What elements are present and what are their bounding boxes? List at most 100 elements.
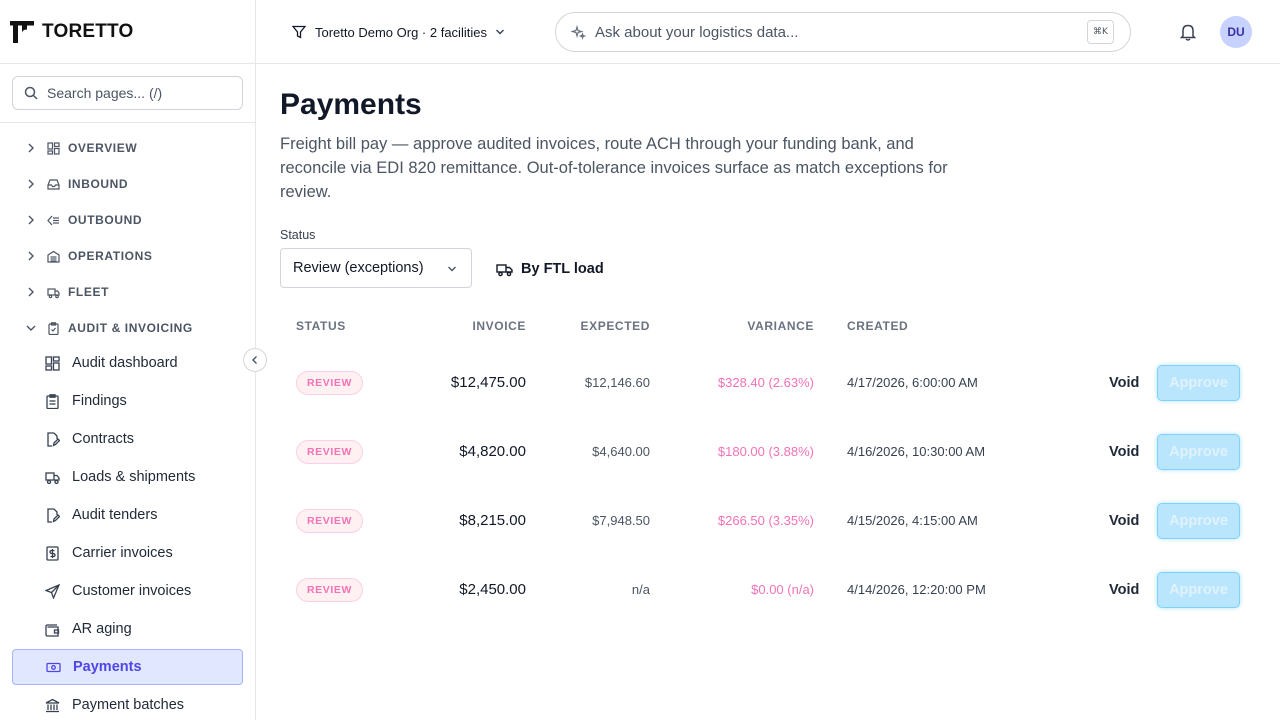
status-badge: REVIEW [296,348,364,417]
void-button[interactable]: Void [1109,417,1139,486]
chevron-right-icon [28,251,34,261]
clipboard-icon [48,321,59,335]
chevron-left-icon [252,356,257,364]
truck-icon [45,471,60,484]
nav-group-inbound[interactable]: INBOUND [0,172,255,196]
chevron-down-icon [26,325,36,331]
ask-ai-input[interactable]: Ask about your logistics data... ⌘K [555,12,1131,52]
variance-amount: $0.00 (n/a) [751,582,814,597]
chevron-down-icon [448,266,456,272]
status-filter-select[interactable]: Review (exceptions) [280,248,472,288]
column-header-expected[interactable]: EXPECTED [581,319,650,333]
approve-button[interactable]: Approve [1157,434,1240,470]
column-header-variance[interactable]: VARIANCE [747,319,814,333]
status-badge: REVIEW [296,555,364,624]
column-header-created[interactable]: CREATED [847,319,908,333]
warehouse-icon [47,250,60,263]
sidebar-item-payments[interactable]: Payments [12,649,243,685]
brand[interactable]: TORETTO [0,0,255,64]
created-date: 4/17/2026, 6:00:00 AM [847,375,978,390]
toretto-logo-icon [10,20,34,43]
sidebar-item-carrier-invoices[interactable]: Carrier invoices [12,535,243,571]
dollar-receipt-icon [46,545,59,561]
sidebar-item-payment-batches[interactable]: Payment batches [12,687,243,720]
nav-group-outbound[interactable]: OUTBOUND [0,208,255,232]
sidebar-item-findings[interactable]: Findings [12,383,243,419]
created-date: 4/15/2026, 4:15:00 AM [847,513,978,528]
table-row: REVIEW $12,475.00 $12,146.60 $328.40 (2.… [280,348,1256,417]
clipboard-icon [46,393,59,409]
bell-icon[interactable] [1178,22,1198,42]
org-switcher[interactable]: Toretto Demo Org · 2 facilities [292,22,505,42]
file-edit-icon [47,431,60,447]
inbox-icon [47,178,60,190]
grid-icon [45,355,60,371]
table-row: REVIEW $4,820.00 $4,640.00 $180.00 (3.88… [280,417,1256,486]
created-date: 4/16/2026, 10:30:00 AM [847,444,986,459]
status-filter-label: Status [280,228,316,242]
nav-group-audit-invoicing[interactable]: AUDIT & INVOICING [0,316,255,340]
by-ftl-load-label: By FTL load [521,261,604,277]
brand-name: TORETTO [42,20,134,42]
sidebar-item-loads-shipments[interactable]: Loads & shipments [12,459,243,495]
by-ftl-load-button[interactable]: By FTL load [496,258,604,280]
chevron-down-icon [495,29,504,35]
void-button[interactable]: Void [1109,555,1139,624]
grid-icon [47,141,60,155]
filter-icon [292,25,306,39]
column-header-invoice[interactable]: INVOICE [472,319,526,333]
collapse-sidebar-button[interactable] [243,348,267,372]
invoice-amount: $4,820.00 [459,443,526,460]
file-edit-icon [47,507,60,523]
ask-placeholder: Ask about your logistics data... [595,23,799,41]
send-icon [45,583,60,599]
table-row: REVIEW $2,450.00 n/a $0.00 (n/a) 4/14/20… [280,555,1256,624]
search-pages-input[interactable]: Search pages... (/) [12,76,243,110]
chevron-right-icon [28,215,34,225]
nav-group-fleet[interactable]: FLEET [0,280,255,304]
chevron-right-icon [28,287,34,297]
sidebar-item-ar-aging[interactable]: AR aging [12,611,243,647]
truck-icon [47,287,60,298]
variance-amount: $328.40 (2.63%) [717,375,814,390]
status-badge: REVIEW [296,417,364,486]
sidebar-item-audit-tenders[interactable]: Audit tenders [12,497,243,533]
expected-amount: n/a [631,582,650,597]
approve-button[interactable]: Approve [1157,572,1240,608]
outbound-icon [47,215,59,225]
sidebar-divider [0,122,255,123]
sparkle-icon [571,24,586,40]
wallet-icon [45,623,60,637]
invoice-amount: $12,475.00 [450,374,526,391]
chevron-right-icon [28,143,34,153]
invoice-amount: $2,450.00 [459,581,526,598]
expected-amount: $7,948.50 [592,513,650,528]
nav-group-overview[interactable]: OVERVIEW [0,136,255,160]
page-description: Freight bill pay — approve audited invoi… [280,135,948,201]
expected-amount: $12,146.60 [584,375,650,390]
avatar[interactable]: DU [1220,16,1252,48]
void-button[interactable]: Void [1109,486,1139,555]
nav-group-operations[interactable]: OPERATIONS [0,244,255,268]
void-button[interactable]: Void [1109,348,1139,417]
search-icon [24,86,38,100]
truck-icon [496,263,513,276]
sidebar-item-audit-dashboard[interactable]: Audit dashboard [12,345,243,381]
approve-button[interactable]: Approve [1157,365,1240,401]
sidebar-item-contracts[interactable]: Contracts [12,421,243,457]
chevron-right-icon [28,179,34,189]
status-filter-value: Review (exceptions) [293,260,424,276]
created-date: 4/14/2026, 12:20:00 PM [847,582,986,597]
banknote-icon [46,662,61,672]
column-header-status[interactable]: STATUS [296,319,346,333]
page-title: Payments [280,88,422,121]
shortcut-badge: ⌘K [1087,20,1114,44]
approve-button[interactable]: Approve [1157,503,1240,539]
status-badge: REVIEW [296,486,364,555]
search-placeholder: Search pages... (/) [47,85,163,101]
sidebar-item-customer-invoices[interactable]: Customer invoices [12,573,243,609]
bank-icon [45,698,60,712]
expected-amount: $4,640.00 [592,444,650,459]
org-label: Toretto Demo Org · 2 facilities [315,24,487,40]
invoice-amount: $8,215.00 [459,512,526,529]
